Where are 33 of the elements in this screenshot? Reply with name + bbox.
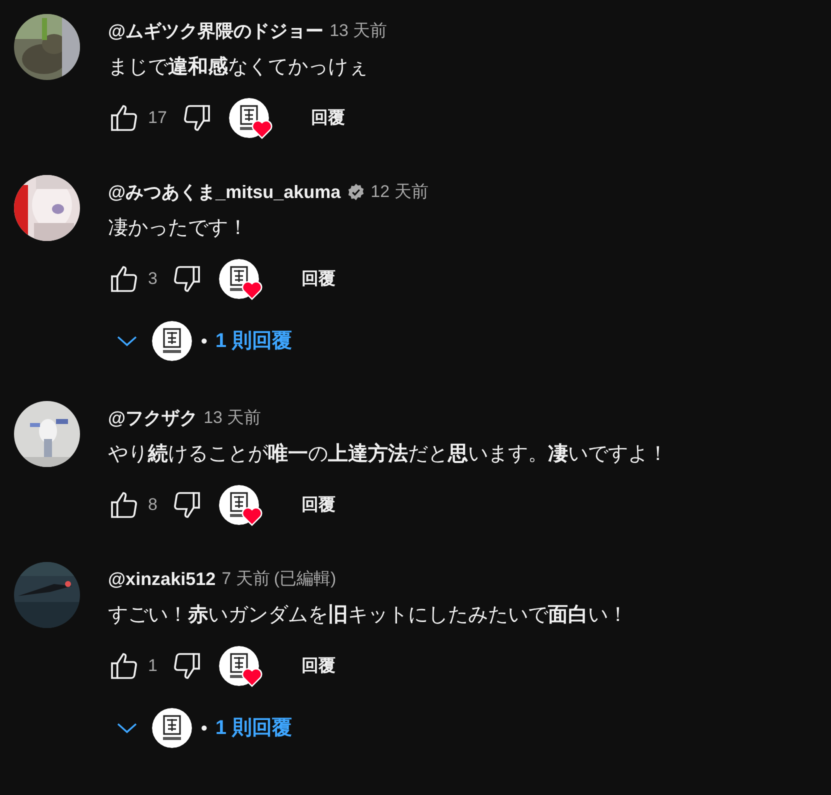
like-count: 8	[148, 494, 158, 516]
comment-text: 凄かったです！	[108, 216, 249, 241]
dot-separator: •	[201, 330, 208, 352]
comment-time[interactable]: 7 天前	[222, 566, 270, 592]
like-count: 1	[148, 655, 158, 678]
replies-count[interactable]: 1 則回覆	[215, 326, 292, 356]
comment-text: やり続けることが唯一の上達方法だと思います。凄いですよ！	[108, 442, 668, 467]
reply-button[interactable]: 回覆	[298, 100, 357, 136]
chevron-down-icon	[116, 335, 138, 347]
like-count: 17	[148, 107, 167, 130]
comment-author[interactable]: @ムギツク界隈のドジョー	[108, 18, 324, 44]
dot-separator: •	[201, 716, 208, 740]
comment-text: すごい！赤いガンダムを旧キットにしたみたいで面白い！	[108, 603, 628, 628]
thumbs-up-icon	[108, 650, 140, 682]
comment-author[interactable]: @xinzaki512	[108, 566, 216, 592]
view-replies-button[interactable]: • 1 則回覆	[116, 320, 292, 362]
thumbs-up-icon	[108, 263, 140, 295]
comment-time[interactable]: 12 天前	[370, 179, 428, 205]
comment-text: まじで違和感なくてかっけぇ	[108, 55, 369, 80]
comment-author[interactable]: @フクザク	[108, 404, 198, 432]
thumbs-up-icon	[108, 102, 140, 134]
replies-count[interactable]: 1 則回覆	[215, 713, 292, 743]
reply-button[interactable]: 回覆	[289, 648, 348, 684]
view-replies-button[interactable]: • 1 則回覆	[116, 707, 292, 749]
like-count: 3	[148, 268, 158, 290]
comment-time[interactable]: 13 天前	[204, 405, 262, 431]
reply-button[interactable]: 回覆	[289, 261, 348, 297]
edited-label: (已編輯)	[274, 568, 336, 590]
chevron-down-icon	[116, 722, 138, 734]
thumbs-up-icon	[108, 489, 140, 521]
comment-time[interactable]: 13 天前	[330, 18, 388, 44]
comment-author[interactable]: @みつあくま_mitsu_akuma	[108, 178, 341, 206]
reply-button[interactable]: 回覆	[289, 487, 348, 523]
